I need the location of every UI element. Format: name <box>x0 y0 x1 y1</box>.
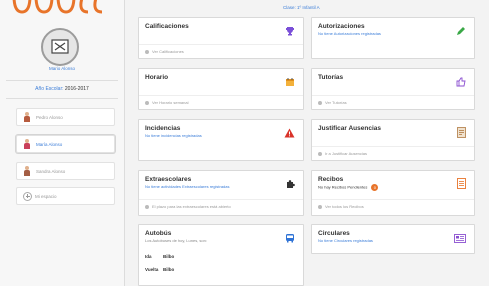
bus-row-vuelta: Vuelta Bilbo <box>145 267 175 272</box>
card-subtitle: No tiene actividades Extraescolares regi… <box>145 184 230 189</box>
class-info: Clase: 1º Infantil A <box>283 5 320 10</box>
pencil-icon <box>456 23 466 41</box>
card-footer-link[interactable]: Ver Horario semanal <box>145 100 188 105</box>
eye-icon <box>318 204 322 209</box>
child-name: María Alonso <box>36 141 63 147</box>
divider <box>6 80 118 81</box>
child-avatar-icon <box>23 112 31 122</box>
megaphone-icon <box>145 204 149 209</box>
bus-icon <box>285 230 295 248</box>
card-title: Autorizaciones <box>318 23 365 30</box>
school-year-label: Año Escolar: <box>35 86 64 92</box>
sidebar: Mario Alonso Año Escolar: 2016-2017 Pedr… <box>0 0 125 286</box>
card-title: Extraescolares <box>145 176 192 183</box>
profile-avatar[interactable] <box>41 28 79 66</box>
card-footer-link[interactable]: Ver Tutorías <box>318 100 347 105</box>
card-subtitle: No tiene incidencias registradas <box>145 133 202 138</box>
card-circulares[interactable]: Circulares No tiene Circulares registrad… <box>311 224 475 254</box>
eye-icon <box>318 151 322 156</box>
card-title: Calificaciones <box>145 23 189 30</box>
newspaper-icon <box>454 230 466 248</box>
card-incidencias[interactable]: Incidencias No tiene incidencias registr… <box>138 119 304 161</box>
school-year-value: 2016-2017 <box>64 86 89 92</box>
my-space-label: Mi espacio <box>35 193 57 199</box>
child-avatar-icon <box>23 139 31 149</box>
child-name: Pedro Alonso <box>36 114 63 120</box>
bus-row-ida: Ida Bilbo <box>145 254 175 259</box>
card-title: Horario <box>145 74 169 81</box>
child-item-pedro[interactable]: Pedro Alonso <box>16 108 115 126</box>
receipt-icon <box>457 176 466 194</box>
eye-icon <box>145 100 149 105</box>
school-year: Año Escolar: 2016-2017 <box>0 86 124 92</box>
card-recibos[interactable]: Recibos No hay Recibos Pendientes 0 Ver t… <box>311 170 475 216</box>
card-title: Incidencias <box>145 125 181 132</box>
card-extraescolares[interactable]: Extraescolares No tiene actividades Extr… <box>138 170 304 216</box>
card-subtitle: No tiene Circulares registradas <box>318 238 373 243</box>
trophy-icon <box>285 23 295 41</box>
card-footer-link[interactable]: Ver Calificaciones <box>145 49 184 54</box>
child-avatar-icon <box>23 166 31 176</box>
card-subtitle: Los Autobuses de hoy, Lunes, son: <box>145 238 207 243</box>
divider <box>6 98 118 99</box>
card-subtitle: No tiene Autorizaciones registradas <box>318 31 381 36</box>
card-footer-link[interactable]: Ir a Justificar Ausencias <box>318 151 367 156</box>
card-footer-link[interactable]: Ver todos los Recibos <box>318 204 364 209</box>
card-tutorias[interactable]: Tutorías Ver Tutorías <box>311 68 475 110</box>
eye-icon <box>145 49 149 54</box>
thumbs-up-icon <box>456 74 466 92</box>
warning-icon <box>284 125 295 143</box>
child-name: Sandra Alonso <box>36 168 66 174</box>
card-title: Autobús <box>145 230 172 237</box>
puzzle-icon <box>285 176 295 194</box>
eye-icon <box>318 100 322 105</box>
card-title: Recibos <box>318 176 344 183</box>
child-item-sandra[interactable]: Sandra Alonso <box>16 162 115 180</box>
app-logo[interactable] <box>10 0 110 16</box>
card-justificar-ausencias[interactable]: Justificar Ausencias Ir a Justificar Aus… <box>311 119 475 161</box>
my-space-button[interactable]: Mi espacio <box>16 187 115 205</box>
card-horario[interactable]: Horario Ver Horario semanal <box>138 68 304 110</box>
card-title: Tutorías <box>318 74 344 81</box>
document-icon <box>457 125 466 143</box>
card-subtitle: No hay Recibos Pendientes 0 <box>318 184 379 191</box>
child-item-maria[interactable]: María Alonso <box>16 135 115 153</box>
card-footer-link[interactable]: El plazo para las extraescolares está ab… <box>145 204 231 209</box>
plus-icon <box>23 191 32 201</box>
card-calificaciones[interactable]: Calificaciones Ver Calificaciones <box>138 17 304 59</box>
card-autobus[interactable]: Autobús Los Autobuses de hoy, Lunes, son… <box>138 224 304 286</box>
card-autorizaciones[interactable]: Autorizaciones No tiene Autorizaciones r… <box>311 17 475 59</box>
calendar-icon <box>285 74 295 92</box>
pending-count-badge: 0 <box>371 184 379 191</box>
card-title: Justificar Ausencias <box>318 125 381 132</box>
card-title: Circulares <box>318 230 350 237</box>
profile-name[interactable]: Mario Alonso <box>0 66 124 71</box>
